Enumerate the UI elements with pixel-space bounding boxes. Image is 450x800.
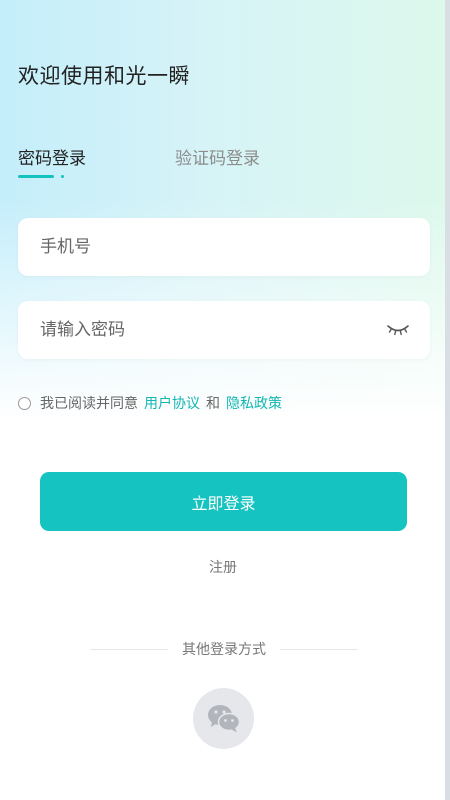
agreement-row: 我已阅读并同意 用户协议 和 隐私政策 [18,393,282,413]
phone-input[interactable] [40,237,340,257]
active-tab-indicator [18,175,54,178]
divider-line-left [90,648,168,650]
phone-field [18,218,430,276]
agreement-text: 我已阅读并同意 [40,396,138,412]
tab-code-login[interactable]: 验证码登录 [175,144,260,169]
other-login-label: 其他登录方式 [182,642,266,658]
password-input[interactable] [40,320,340,340]
wechat-icon [207,704,240,732]
wechat-login-button[interactable] [193,688,254,749]
divider-line-right [280,648,358,650]
agreement-and-text: 和 [206,396,220,412]
scrollbar[interactable] [445,0,450,800]
tab-password-login[interactable]: 密码登录 [18,144,86,169]
other-login-divider: 其他登录方式 [90,639,358,659]
user-agreement-link[interactable]: 用户协议 [144,393,200,413]
eye-closed-icon[interactable] [386,323,410,337]
welcome-title: 欢迎使用和光一瞬 [18,64,190,88]
agreement-radio[interactable] [18,396,31,410]
privacy-policy-link[interactable]: 隐私政策 [226,393,282,413]
password-field [18,301,430,359]
register-link[interactable]: 注册 [0,557,446,577]
active-tab-indicator-dot [61,175,64,178]
login-button[interactable]: 立即登录 [40,472,407,531]
